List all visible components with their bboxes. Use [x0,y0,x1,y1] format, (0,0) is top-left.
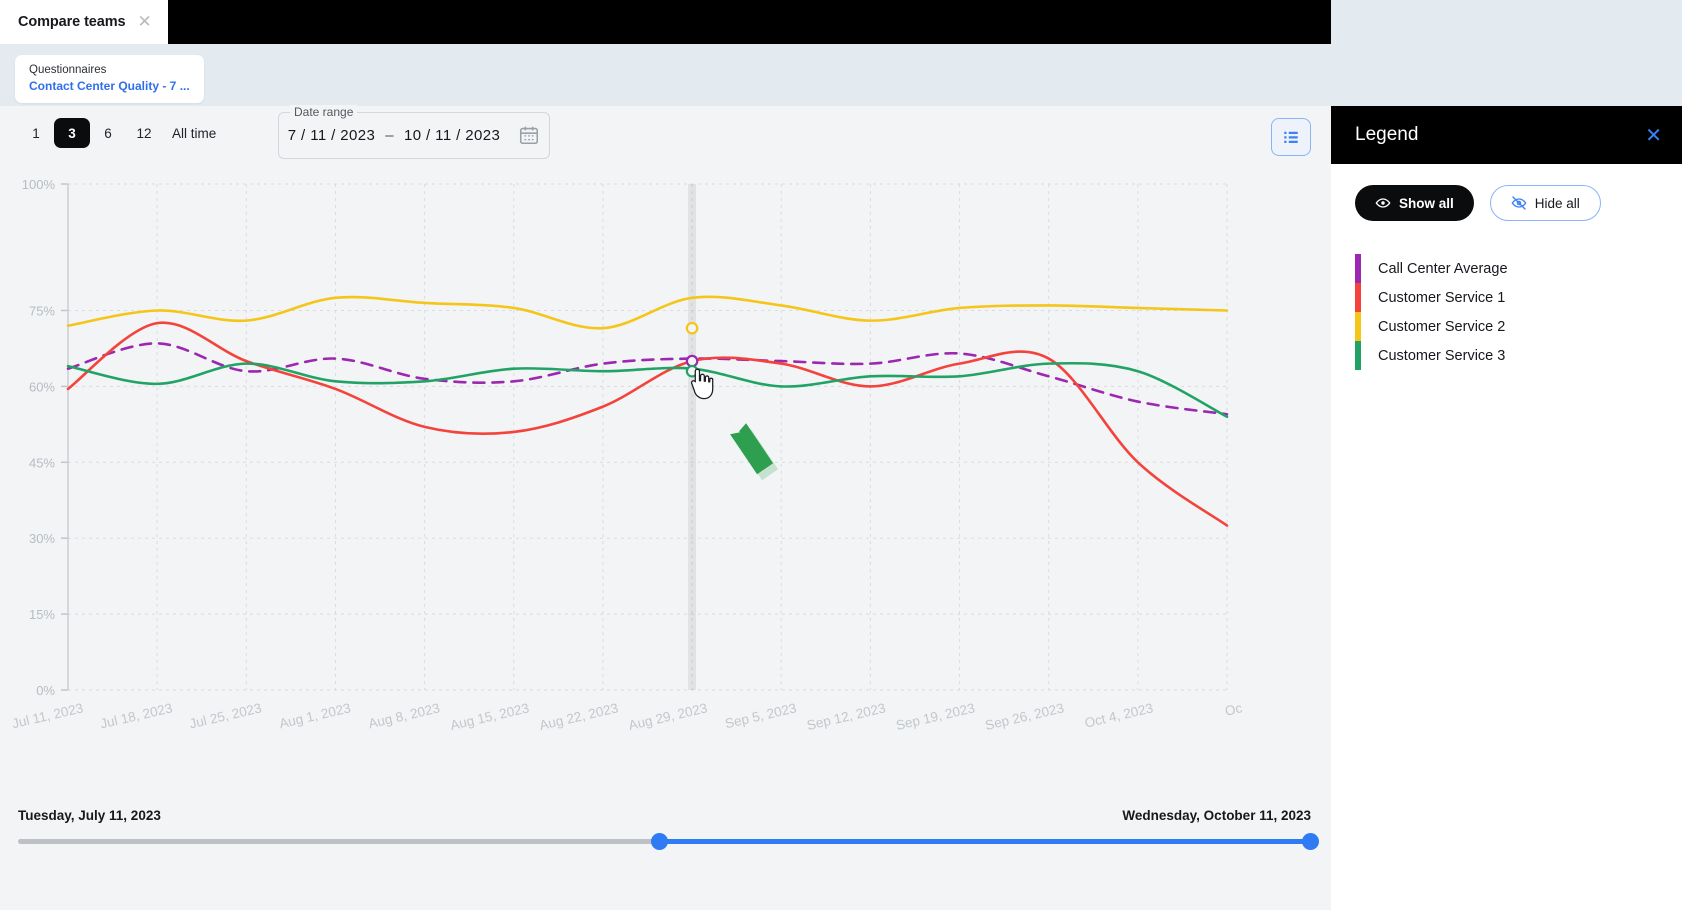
date-to-input[interactable]: 10 / 11 / 2023 [404,127,500,144]
series-line [66,321,1229,527]
legend-visibility-actions: Show all Hide all [1331,164,1682,221]
series-line [66,295,1229,330]
annotation-arrow-shape [710,401,774,475]
x-axis-label: Aug 1, 2023 [278,700,352,731]
date-range-dash: – [385,127,394,144]
legend-panel: Legend ✕ Show all Hide all Call Center A [1331,106,1682,910]
annotation-arrow [710,401,779,481]
x-axis-label: Oc [1223,700,1243,719]
legend-item[interactable]: Customer Service 2 [1355,312,1682,341]
hover-marker [685,321,699,335]
x-axis-label: Aug 8, 2023 [367,700,441,731]
legend-item-label: Customer Service 3 [1378,347,1506,364]
legend-color-swatch [1355,254,1361,283]
y-axis-label: 60% [29,379,55,394]
timeline-start-date: Tuesday, July 11, 2023 [18,808,161,823]
timeline-slider-handle-right[interactable] [1302,833,1319,850]
questionnaire-card[interactable]: Questionnaires Contact Center Quality - … [15,55,204,103]
period-option-1[interactable]: 1 [18,118,54,148]
tab-label: Compare teams [18,14,126,30]
hide-all-button[interactable]: Hide all [1489,185,1601,221]
period-selector: 1 3 6 12 All time [18,118,226,148]
y-axis-label: 30% [29,531,55,546]
legend-item-label: Customer Service 1 [1378,289,1506,306]
questionnaire-name-link[interactable]: Contact Center Quality - 7 ... [29,78,190,94]
show-all-button[interactable]: Show all [1355,185,1474,221]
legend-item-label: Customer Service 2 [1378,318,1506,335]
x-axis-label: Oct 4, 2023 [1083,700,1154,730]
chart-hover-band [688,184,697,690]
x-axis-label: Aug 15, 2023 [449,700,531,733]
x-axis-label: Sep 26, 2023 [984,700,1066,733]
close-icon[interactable]: ✕ [138,13,152,31]
y-axis-label: 0% [36,683,55,698]
legend-panel-header: Legend ✕ [1331,106,1682,164]
legend-color-swatch [1355,283,1361,312]
close-icon[interactable]: ✕ [1645,123,1662,147]
period-option-12[interactable]: 12 [126,118,162,148]
x-axis-label: Sep 19, 2023 [895,700,977,733]
hover-marker [685,354,699,368]
legend-item-label: Call Center Average [1378,260,1508,277]
date-range-field[interactable]: Date range 7 / 11 / 2023 – 10 / 11 / 202… [278,105,550,159]
date-from-input[interactable]: 7 / 11 / 2023 [288,127,376,144]
chart-canvas[interactable]: 100% 75% 60% 45% 30% 15% 0% Jul 11, 2023 Jul 18,… [0,168,1331,788]
y-axis-label: 45% [29,455,55,470]
legend-series-list: Call Center Average Customer Service 1 Cus… [1331,254,1682,370]
timeline-slider-handle-left[interactable] [651,833,669,850]
x-axis-label: Sep 12, 2023 [805,700,887,733]
series-line [66,342,1229,416]
hide-all-label: Hide all [1534,195,1580,211]
eye-icon [1375,198,1391,208]
line-chart[interactable]: 100% 75% 60% 45% 30% 15% 0% Jul 11, 2023 Jul 18,… [0,168,1331,788]
date-range-value: 7 / 11 / 2023 – 10 / 11 / 2023 [279,113,509,158]
timeline-end-date: Wednesday, October 11, 2023 [1122,808,1311,823]
period-option-all-time[interactable]: All time [162,118,226,148]
y-axis-label: 15% [29,607,55,622]
timeline-slider-fill [659,839,1311,844]
list-view-icon [1284,131,1298,143]
x-axis-label: Aug 29, 2023 [627,700,709,733]
x-axis-label: Jul 25, 2023 [188,700,263,731]
period-option-6[interactable]: 6 [90,118,126,148]
calendar-icon[interactable] [518,124,540,146]
list-view-button[interactable] [1271,118,1311,156]
tab-compare-teams[interactable]: Compare teams ✕ [0,0,168,44]
legend-color-swatch [1355,312,1361,341]
chart-controls: 1 3 6 12 All time Date range 7 / 11 / 20… [0,105,1331,168]
y-axis-label: 100% [22,177,56,192]
timeline-slider-bar: Tuesday, July 11, 2023 Wednesday, Octobe… [0,788,1331,910]
eye-off-icon [1511,196,1527,210]
x-axis-label: Sep 5, 2023 [724,700,798,731]
y-axis-label: 75% [29,304,55,319]
x-axis-label: Jul 11, 2023 [11,700,85,731]
legend-item[interactable]: Call Center Average [1355,254,1682,283]
show-all-label: Show all [1399,195,1454,211]
legend-item[interactable]: Customer Service 1 [1355,283,1682,312]
legend-item[interactable]: Customer Service 3 [1355,341,1682,370]
legend-color-swatch [1355,341,1361,370]
x-axis-label: Jul 18, 2023 [99,700,174,731]
timeline-slider-track[interactable] [18,833,1319,850]
questionnaire-label: Questionnaires [29,64,107,76]
header-right-filler [1331,0,1682,106]
legend-panel-title: Legend [1355,124,1419,145]
x-axis-label: Aug 22, 2023 [538,700,620,733]
period-option-3[interactable]: 3 [54,118,90,148]
